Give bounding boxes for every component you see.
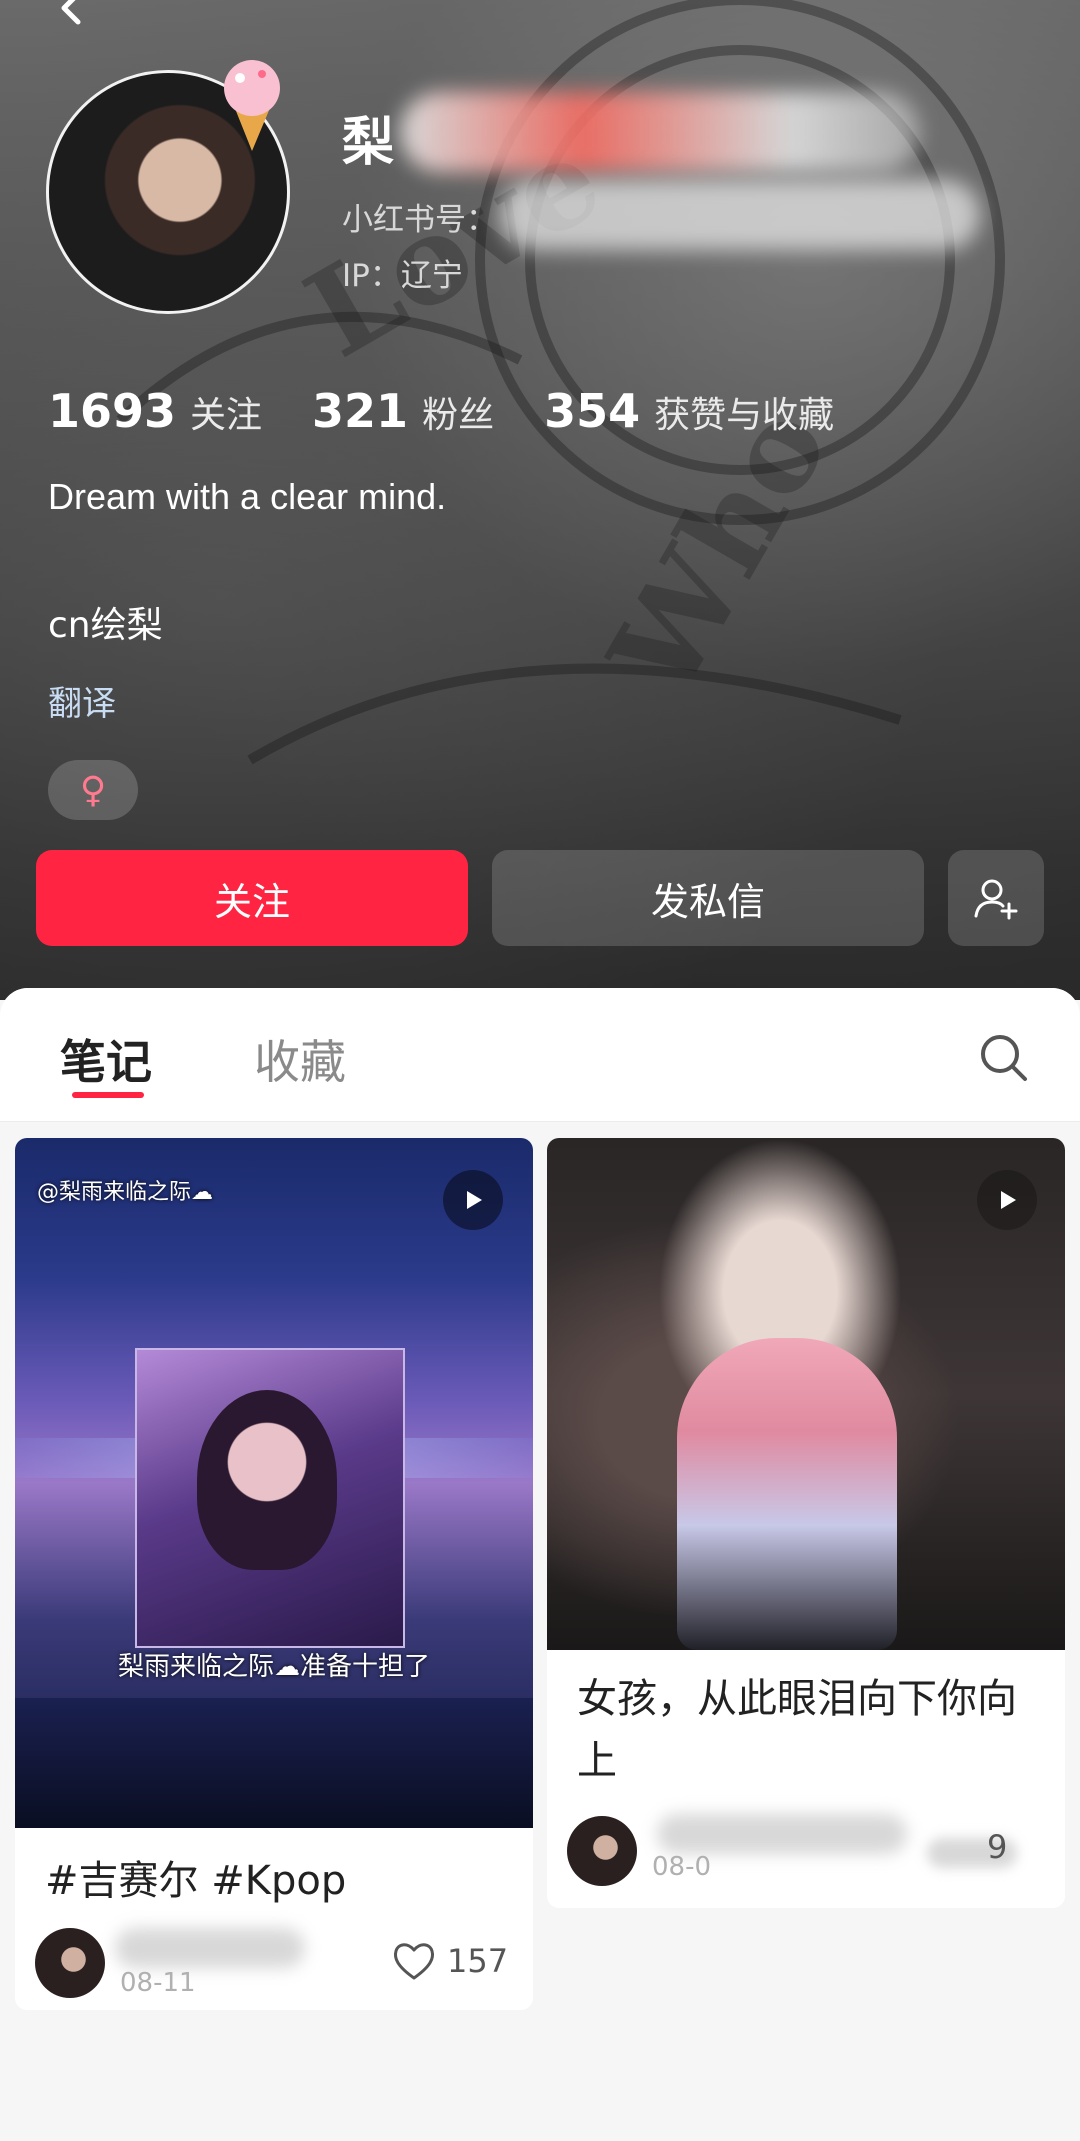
message-button[interactable]: 发私信 [492,850,924,946]
gender-female-icon: ♀ [48,760,138,820]
crowd-image [15,1698,533,1828]
profile-name: 梨 [342,113,395,173]
note-date: 08-0 [652,1852,712,1882]
tab-bar: 笔记 收藏 [0,988,1080,1122]
heart-icon [394,1943,434,1980]
note-title: #吉赛尔 #Kpop [45,1858,347,1904]
cover-tag-text: @梨雨来临之际☁ [37,1180,214,1205]
redbook-id: 小红书号： [342,202,497,238]
profile-bio: Dream with a clear mind. [48,476,447,517]
add-friend-button[interactable] [948,850,1044,946]
redacted-name [400,92,920,172]
stat-followers[interactable]: 321 粉丝 [312,384,494,438]
profile-bio-line2: cn绘梨 [48,605,163,646]
stat-label: 获赞与收藏 [654,395,835,436]
search-icon[interactable] [976,1030,1030,1084]
back-arrow-icon[interactable] [52,0,92,28]
note-cover-image [547,1138,1065,1650]
redacted-id [500,180,980,250]
add-user-icon [974,879,1018,920]
note-title: 女孩，从此眼泪向下你向上 [577,1676,1017,1784]
author-avatar [567,1816,637,1886]
stat-likes-collections[interactable]: 354 获赞与收藏 [544,384,834,438]
note-date: 08-11 [120,1968,196,1998]
profile-stats: 1693 关注 321 粉丝 354 获赞与收藏 [48,384,884,438]
idol-sticker-image [677,1338,897,1650]
profile-header: Love Who 梨 小红书号： IP：辽宁 1693 关注 321 粉丝 35… [0,0,1080,1000]
note-card[interactable]: 女孩，从此眼泪向下你向上 08-0 9 [547,1138,1065,1908]
video-play-icon [443,1170,503,1230]
translate-link[interactable]: 翻译 [48,676,116,725]
redacted-author-name [115,1928,305,1968]
tab-collections[interactable]: 收藏 [254,1026,346,1092]
like-button[interactable]: 157 [391,1938,508,1984]
like-count-area[interactable]: 9 [987,1828,1007,1866]
note-cover-image: @梨雨来临之际☁ 梨雨来临之际☁准备十担了 [15,1138,533,1828]
tab-notes[interactable]: 笔记 [60,1026,152,1092]
redacted-author-name [657,1814,907,1854]
stat-value: 321 [312,384,409,438]
follow-button[interactable]: 关注 [36,850,468,946]
note-card[interactable]: @梨雨来临之际☁ 梨雨来临之际☁准备十担了 #吉赛尔 #Kpop 08-11 1… [15,1138,533,2010]
like-count: 9 [987,1828,1008,1866]
author-avatar [35,1928,105,1998]
stage-screen-image [135,1348,405,1648]
active-tab-indicator [72,1092,144,1098]
cover-caption-text: 梨雨来临之际☁准备十担了 [117,1652,430,1682]
ice-cream-sticker-icon [224,60,280,151]
stat-label: 关注 [190,395,263,436]
like-count: 157 [447,1942,509,1980]
stat-value: 354 [544,384,641,438]
ip-location: IP：辽宁 [342,258,463,294]
stat-value: 1693 [48,384,177,438]
video-play-icon [977,1170,1037,1230]
stat-following[interactable]: 1693 关注 [48,384,262,438]
stat-label: 粉丝 [422,395,495,436]
performer-image [197,1390,337,1570]
content-panel: 笔记 收藏 @梨雨来临之际☁ 梨雨来临之际☁准备十担了 #吉赛尔 #Kpop 0… [0,988,1080,2141]
